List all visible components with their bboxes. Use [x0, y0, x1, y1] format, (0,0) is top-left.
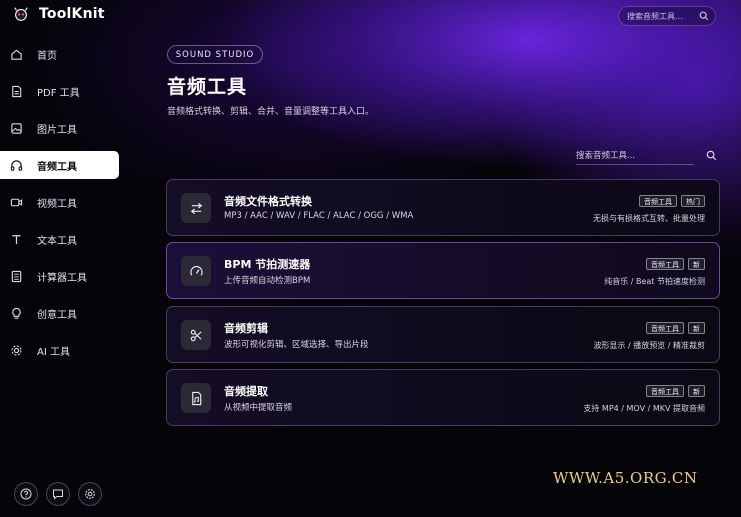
sidebar-item-label: PDF 工具 — [37, 87, 80, 99]
sidebar-item-label: 视频工具 — [37, 198, 77, 210]
card-tags: 音频工具 新 — [646, 322, 705, 334]
home-icon — [11, 49, 22, 60]
sidebar-item-home[interactable]: 首页 — [0, 40, 119, 68]
card-icon-box — [181, 256, 211, 286]
card-description: 波形可视化剪辑、区域选择、导出片段 — [224, 340, 369, 350]
card-description: MP3 / AAC / WAV / FLAC / ALAC / OGG / WM… — [224, 211, 414, 221]
page-title: 音频工具 — [167, 76, 248, 98]
top-search-placeholder: 搜索音频工具... — [627, 11, 683, 21]
app-name: ToolKnit — [39, 6, 105, 22]
sidebar-item-text[interactable]: 文本工具 — [0, 225, 119, 253]
card-tags: 音频工具 新 — [646, 385, 705, 397]
settings-icon — [85, 489, 95, 499]
tool-card-audio-extract[interactable]: 音频提取 从视频中提取音频 音频工具 新 支持 MP4 / MOV / MKV … — [166, 369, 720, 426]
sidebar-item-creative[interactable]: 创意工具 — [0, 299, 119, 327]
tool-card-audio-cut[interactable]: 音频剪辑 波形可视化剪辑、区域选择、导出片段 音频工具 新 波形显示 / 播放预… — [166, 306, 720, 363]
headphones-icon — [10, 159, 23, 171]
tool-search-placeholder: 搜索音频工具... — [576, 145, 694, 165]
status-badge: 热门 — [681, 195, 705, 207]
category-tag: 音频工具 — [646, 385, 684, 397]
card-note: 无损与有损格式互转、批量处理 — [593, 214, 705, 223]
help-button[interactable] — [14, 482, 38, 506]
image-icon — [11, 122, 22, 134]
card-note: 纯音乐 / Beat 节拍速度检测 — [604, 277, 705, 286]
search-icon[interactable] — [706, 150, 717, 161]
sidebar-item-audio[interactable]: 音频工具 — [0, 151, 119, 179]
swap-arrows-icon — [190, 202, 202, 214]
feedback-button[interactable] — [46, 482, 70, 506]
status-badge: 新 — [688, 258, 705, 270]
sidebar-item-video[interactable]: 视频工具 — [0, 188, 119, 216]
app-logo[interactable]: ToolKnit — [12, 4, 105, 24]
card-note: 波形显示 / 播放预览 / 精准裁剪 — [593, 341, 705, 350]
card-title: BPM 节拍测速器 — [224, 258, 311, 271]
scissors-icon — [190, 329, 202, 341]
lightbulb-icon — [12, 307, 21, 319]
card-icon-box — [181, 193, 211, 223]
card-tags: 音频工具 热门 — [639, 195, 705, 207]
sidebar-item-calculator[interactable]: 计算器工具 — [0, 262, 119, 290]
card-note: 支持 MP4 / MOV / MKV 提取音频 — [583, 404, 705, 413]
document-icon — [12, 85, 22, 97]
sidebar-item-label: 首页 — [37, 50, 57, 62]
page-subtitle: 音频格式转换、剪辑、合并、音量调整等工具入口。 — [167, 107, 375, 117]
sidebar-item-pdf[interactable]: PDF 工具 — [0, 77, 119, 105]
section-badge: SOUND STUDIO — [167, 45, 263, 64]
sidebar-item-ai[interactable]: AI 工具 — [0, 336, 119, 364]
tool-card-bpm[interactable]: BPM 节拍测速器 上传音频自动检测BPM 音频工具 新 纯音乐 / Beat … — [166, 242, 720, 299]
sidebar-item-label: 图片工具 — [37, 124, 77, 136]
card-icon-box — [181, 383, 211, 413]
sidebar-item-label: AI 工具 — [37, 346, 70, 358]
card-description: 上传音频自动检测BPM — [224, 276, 311, 286]
category-tag: 音频工具 — [646, 258, 684, 270]
logo-icon — [14, 7, 28, 21]
card-title: 音频文件格式转换 — [224, 195, 312, 208]
card-title: 音频剪辑 — [224, 322, 268, 335]
sidebar-nav: 首页 PDF 工具 图片工具 音频工具 视频工具 文本工具 计算器工具 创意工具… — [0, 40, 120, 373]
sidebar-item-label: 音频工具 — [37, 161, 77, 173]
help-icon — [20, 488, 32, 500]
category-tag: 音频工具 — [646, 322, 684, 334]
status-badge: 新 — [688, 385, 705, 397]
tool-card-format-convert[interactable]: 音频文件格式转换 MP3 / AAC / WAV / FLAC / ALAC /… — [166, 179, 720, 236]
audio-file-icon — [191, 391, 201, 405]
video-icon — [10, 198, 23, 206]
card-description: 从视频中提取音频 — [224, 403, 293, 413]
card-title: 音频提取 — [224, 385, 268, 398]
gear-ai-icon — [11, 344, 22, 356]
sidebar-item-label: 文本工具 — [37, 235, 77, 247]
settings-button[interactable] — [78, 482, 102, 506]
sidebar-item-label: 创意工具 — [37, 309, 77, 321]
sidebar-item-image[interactable]: 图片工具 — [0, 114, 119, 142]
category-tag: 音频工具 — [639, 195, 677, 207]
gauge-icon — [189, 265, 203, 276]
card-icon-box — [181, 320, 211, 350]
feedback-icon — [53, 489, 63, 500]
top-search-input[interactable]: 搜索音频工具... — [618, 6, 716, 26]
calculator-icon — [11, 270, 22, 282]
tool-search-input[interactable]: 搜索音频工具... — [576, 145, 718, 165]
status-badge: 新 — [688, 322, 705, 334]
search-icon[interactable] — [699, 11, 709, 21]
sidebar-item-label: 计算器工具 — [37, 272, 87, 284]
watermark: WWW.A5.ORG.CN — [553, 469, 698, 487]
card-tags: 音频工具 新 — [646, 258, 705, 270]
text-icon — [12, 234, 21, 244]
sidebar-bottom-actions — [14, 482, 102, 506]
